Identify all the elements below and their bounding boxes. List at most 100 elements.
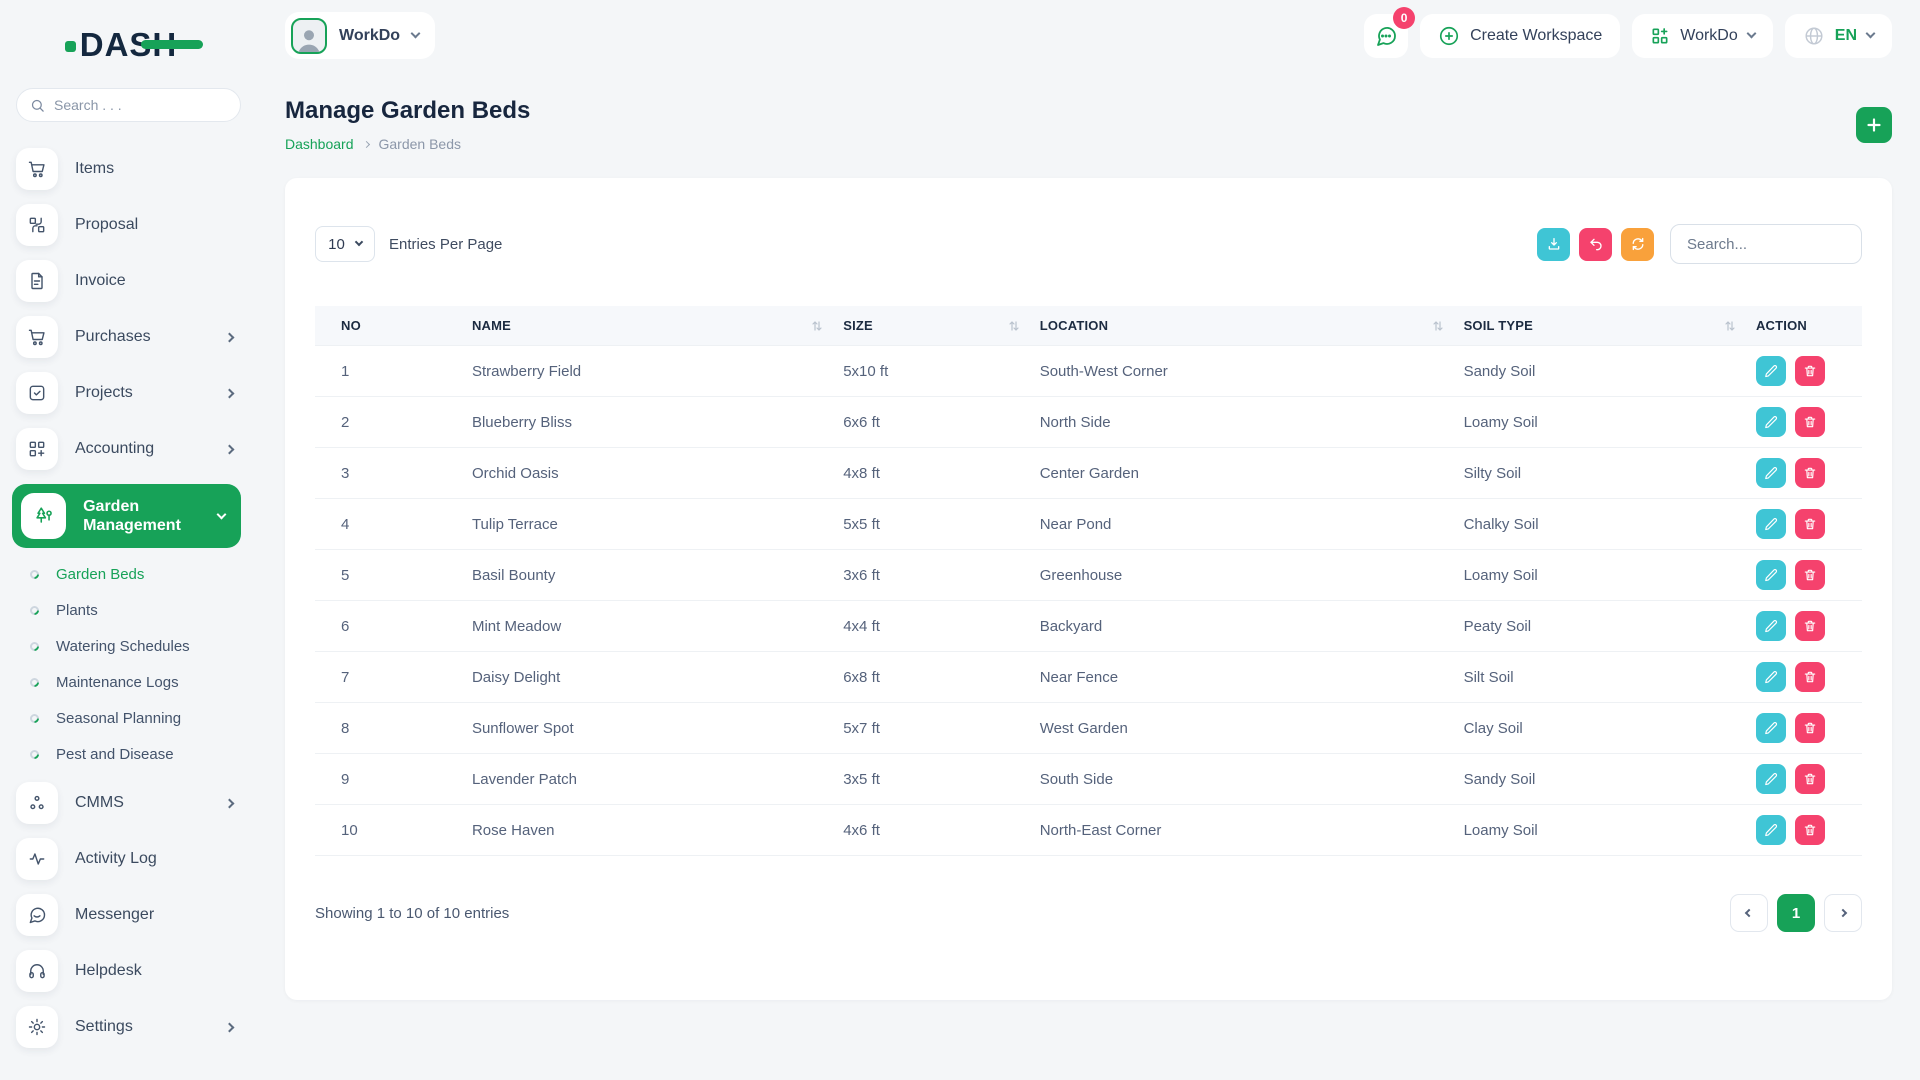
messages-button[interactable]: 0 xyxy=(1364,6,1416,58)
bullet-icon xyxy=(28,712,41,725)
table-row: 6 Mint Meadow 4x4 ft Backyard Peaty Soil xyxy=(315,600,1862,652)
cell-soil-type: Sandy Soil xyxy=(1453,345,1746,397)
column-header-soil-type[interactable]: SOIL TYPE xyxy=(1453,306,1746,346)
globe-icon xyxy=(1803,25,1825,47)
garden-beds-card: 10 Entries Per Page Search... NO NAME SI… xyxy=(285,178,1892,1000)
sidebar-subitem-garden-beds[interactable]: Garden Beds xyxy=(28,566,241,583)
column-header-size[interactable]: SIZE xyxy=(833,306,1030,346)
sidebar-subitem-watering-schedules[interactable]: Watering Schedules xyxy=(28,638,241,655)
sidebar-item-messenger[interactable]: Messenger xyxy=(16,894,241,936)
sidebar-item-cmms[interactable]: CMMS xyxy=(16,782,241,824)
chevron-down-icon xyxy=(410,28,421,39)
delete-button[interactable] xyxy=(1794,713,1825,743)
sort-icon[interactable] xyxy=(1008,320,1020,332)
sidebar-subitem-label: Plants xyxy=(56,602,98,619)
cell-name: Blueberry Bliss xyxy=(461,396,834,448)
sidebar-item-garden-management[interactable]: Garden Management xyxy=(12,484,241,548)
reset-button[interactable] xyxy=(1579,227,1612,261)
breadcrumb-current: Garden Beds xyxy=(378,136,462,152)
sidebar-item-purchases[interactable]: Purchases xyxy=(16,316,241,358)
sidebar-item-items[interactable]: Items xyxy=(16,148,241,190)
column-header-no[interactable]: NO xyxy=(315,306,462,346)
delete-button[interactable] xyxy=(1794,815,1825,845)
delete-button[interactable] xyxy=(1794,407,1825,437)
trash-icon xyxy=(1803,415,1817,429)
pagination-next-button[interactable] xyxy=(1824,894,1862,932)
sidebar-item-helpdesk[interactable]: Helpdesk xyxy=(16,950,241,992)
delete-button[interactable] xyxy=(1794,356,1825,386)
edit-button[interactable] xyxy=(1755,407,1786,437)
edit-button[interactable] xyxy=(1755,509,1786,539)
workspace-selector[interactable]: WorkDo xyxy=(285,12,436,59)
table-row: 9 Lavender Patch 3x5 ft South Side Sandy… xyxy=(315,753,1862,805)
column-header-location[interactable]: LOCATION xyxy=(1029,306,1454,346)
cell-name: Sunflower Spot xyxy=(461,702,834,754)
sidebar-item-projects[interactable]: Projects xyxy=(16,372,241,414)
cell-soil-type: Chalky Soil xyxy=(1453,498,1746,550)
chevron-right-icon xyxy=(224,388,235,398)
delete-button[interactable] xyxy=(1794,764,1825,794)
sidebar-subitem-seasonal-planning[interactable]: Seasonal Planning xyxy=(28,710,241,727)
sort-icon[interactable] xyxy=(1724,320,1736,332)
pencil-icon xyxy=(1764,619,1778,633)
entries-per-page-select[interactable]: 10 xyxy=(315,226,375,262)
sidebar-subitem-label: Seasonal Planning xyxy=(56,710,182,727)
sidebar-search-input[interactable] xyxy=(54,97,227,113)
cell-size: 4x4 ft xyxy=(833,600,1030,652)
export-button[interactable] xyxy=(1537,227,1570,261)
refresh-button[interactable] xyxy=(1621,227,1654,261)
sidebar-item-proposal[interactable]: Proposal xyxy=(16,204,241,246)
pagination-prev-button[interactable] xyxy=(1730,894,1768,932)
headset-icon xyxy=(16,950,58,992)
create-workspace-button[interactable]: Create Workspace xyxy=(1420,13,1621,58)
edit-button[interactable] xyxy=(1755,764,1786,794)
edit-button[interactable] xyxy=(1755,458,1786,488)
sidebar-item-invoice[interactable]: Invoice xyxy=(16,260,241,302)
chevron-right-icon xyxy=(224,798,235,808)
edit-button[interactable] xyxy=(1755,560,1786,590)
delete-button[interactable] xyxy=(1794,458,1825,488)
delete-button[interactable] xyxy=(1794,662,1825,692)
column-header-name[interactable]: NAME xyxy=(461,306,834,346)
chevron-down-icon xyxy=(216,509,227,519)
edit-button[interactable] xyxy=(1755,713,1786,743)
edit-button[interactable] xyxy=(1755,611,1786,641)
edit-button[interactable] xyxy=(1755,815,1786,845)
language-label: EN xyxy=(1834,26,1857,44)
delete-button[interactable] xyxy=(1794,509,1825,539)
table-search-input[interactable] xyxy=(1670,224,1862,264)
bullet-icon xyxy=(28,604,41,617)
trash-icon xyxy=(1803,721,1817,735)
cell-soil-type: Peaty Soil xyxy=(1453,600,1746,652)
sidebar-search[interactable] xyxy=(16,88,241,122)
delete-button[interactable] xyxy=(1794,611,1825,641)
activity-icon xyxy=(16,838,58,880)
cell-location: North-East Corner xyxy=(1029,804,1454,856)
add-garden-bed-button[interactable] xyxy=(1856,107,1892,143)
sidebar-subitem-plants[interactable]: Plants xyxy=(28,602,241,619)
sort-icon[interactable] xyxy=(811,320,823,332)
pagination-page-1-button[interactable]: 1 xyxy=(1777,894,1815,932)
cell-location: South-West Corner xyxy=(1029,345,1454,397)
entries-per-page-value: 10 xyxy=(328,235,345,253)
edit-button[interactable] xyxy=(1755,662,1786,692)
sidebar-subitem-pest-and-disease[interactable]: Pest and Disease xyxy=(28,746,241,763)
language-selector[interactable]: EN xyxy=(1784,13,1892,58)
cell-size: 5x5 ft xyxy=(833,498,1030,550)
edit-button[interactable] xyxy=(1755,356,1786,386)
sidebar-item-label: Messenger xyxy=(75,906,155,924)
sidebar-item-activity-log[interactable]: Activity Log xyxy=(16,838,241,880)
topbar: WorkDo 0 Create Workspace WorkDo EN xyxy=(285,6,1892,59)
sidebar-subitem-maintenance-logs[interactable]: Maintenance Logs xyxy=(28,674,241,691)
sidebar-item-accounting[interactable]: Accounting xyxy=(16,428,241,470)
chevron-right-icon xyxy=(1838,908,1848,918)
sidebar-item-settings[interactable]: Settings xyxy=(16,1006,241,1048)
sort-icon[interactable] xyxy=(1432,320,1444,332)
breadcrumb-dashboard-link[interactable]: Dashboard xyxy=(285,136,354,152)
delete-button[interactable] xyxy=(1794,560,1825,590)
logo-dot xyxy=(64,41,76,52)
sidebar-subitem-label: Garden Beds xyxy=(56,566,145,583)
table-footer: Showing 1 to 10 of 10 entries 1 xyxy=(315,894,1862,932)
sidebar-item-label: CMMS xyxy=(75,794,124,812)
workspace-switcher[interactable]: WorkDo xyxy=(1632,13,1773,58)
